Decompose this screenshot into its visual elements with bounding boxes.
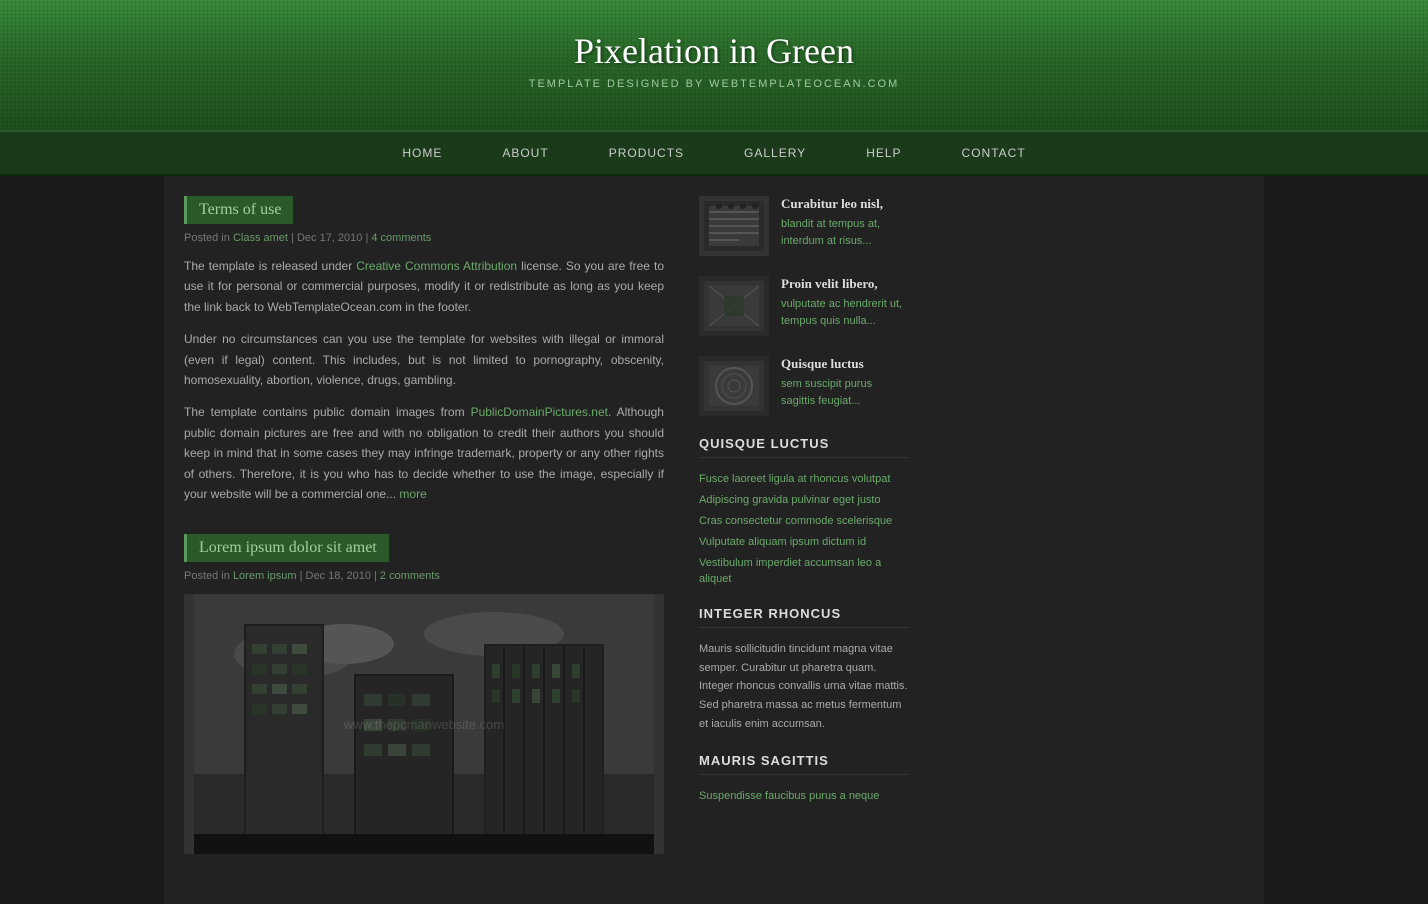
quisque-link-2[interactable]: Adipiscing gravida pulvinar eget justo (699, 494, 881, 506)
sidebar-quisque-links: Fusce laoreet ligula at rhoncus volutpat… (699, 470, 909, 586)
sidebar-section-quisque-title: QUISQUE LUCTUS (699, 436, 909, 458)
sidebar-item-3-text: Quisque luctus sem suscipit purus sagitt… (781, 356, 909, 409)
sidebar-item-1: Curabitur leo nisl, blandit at tempus at… (699, 196, 909, 256)
sidebar-thumb-3 (699, 356, 769, 416)
nav-products[interactable]: PRODUCTS (579, 132, 714, 174)
post-comments-terms[interactable]: 4 comments (371, 232, 431, 244)
main-nav: HOME ABOUT PRODUCTS GALLERY HELP CONTACT (0, 130, 1428, 176)
sidebar-item-3: Quisque luctus sem suscipit purus sagitt… (699, 356, 909, 416)
sidebar-item-3-title: Quisque luctus (781, 356, 909, 372)
site-header: Pixelation in Green TEMPLATE DESIGNED BY… (0, 0, 1428, 130)
sidebar-thumb-2 (699, 276, 769, 336)
sidebar: Curabitur leo nisl, blandit at tempus at… (684, 176, 924, 904)
post-meta-lorem: Posted in Lorem ipsum | Dec 18, 2010 | 2… (184, 570, 664, 582)
post-image-lorem: www.thepcmanwebsite.com (184, 594, 664, 854)
sidebar-item-3-link2[interactable]: sagittis feugiat... (781, 393, 909, 410)
nav-gallery[interactable]: GALLERY (714, 132, 836, 174)
quisque-link-4[interactable]: Vulputate aliquam ipsum dictum id (699, 536, 866, 548)
sidebar-item-1-text: Curabitur leo nisl, blandit at tempus at… (781, 196, 909, 249)
more-link-terms[interactable]: more (399, 487, 426, 501)
post-comments-lorem[interactable]: 2 comments (380, 570, 440, 582)
main-content: Terms of use Posted in Class amet | Dec … (164, 176, 684, 904)
sidebar-item-1-link1[interactable]: blandit at tempus at, (781, 216, 909, 233)
sidebar-item-2: Proin velit libero, vulputate ac hendrer… (699, 276, 909, 336)
post-category-terms[interactable]: Class amet (233, 232, 288, 244)
post-title-lorem: Lorem ipsum dolor sit amet (184, 534, 389, 562)
post-meta-terms: Posted in Class amet | Dec 17, 2010 | 4 … (184, 232, 664, 244)
post-body-terms: The template is released under Creative … (184, 256, 664, 504)
mauris-link-1[interactable]: Suspendisse faucibus purus a neque (699, 790, 879, 802)
sidebar-integer-text: Mauris sollicitudin tincidunt magna vita… (699, 640, 909, 733)
pdp-link[interactable]: PublicDomainPictures.net (471, 405, 608, 419)
sidebar-section-integer-title: INTEGER RHONCUS (699, 606, 909, 628)
sidebar-item-2-link2[interactable]: tempus quis nulla... (781, 313, 909, 330)
quisque-link-5[interactable]: Vestibulum imperdiet accumsan leo a aliq… (699, 557, 881, 585)
post-lorem-ipsum: Lorem ipsum dolor sit amet Posted in Lor… (184, 534, 664, 854)
quisque-link-1[interactable]: Fusce laoreet ligula at rhoncus volutpat (699, 473, 890, 485)
sidebar-item-1-title: Curabitur leo nisl, (781, 196, 909, 212)
svg-text:www.thepcmanwebsite.com: www.thepcmanwebsite.com (343, 717, 504, 732)
post-category-lorem[interactable]: Lorem ipsum (233, 570, 297, 582)
sidebar-item-1-link2[interactable]: interdum at risus... (781, 233, 909, 250)
site-subtitle: TEMPLATE DESIGNED BY WEBTEMPLATEOCEAN.CO… (0, 78, 1428, 90)
post-title-terms: Terms of use (184, 196, 293, 224)
sidebar-section-mauris-title: MAURIS SAGITTIS (699, 753, 909, 775)
quisque-link-3[interactable]: Cras consectetur commode scelerisque (699, 515, 892, 527)
sidebar-item-2-title: Proin velit libero, (781, 276, 909, 292)
site-title: Pixelation in Green (0, 30, 1428, 72)
sidebar-thumb-1 (699, 196, 769, 256)
sidebar-item-3-link1[interactable]: sem suscipit purus (781, 376, 909, 393)
nav-about[interactable]: ABOUT (472, 132, 578, 174)
sidebar-mauris-links: Suspendisse faucibus purus a neque (699, 787, 909, 803)
nav-contact[interactable]: CONTACT (932, 132, 1056, 174)
nav-help[interactable]: HELP (836, 132, 931, 174)
nav-home[interactable]: HOME (372, 132, 472, 174)
sidebar-item-2-link1[interactable]: vulputate ac hendrerit ut, (781, 296, 909, 313)
post-terms-of-use: Terms of use Posted in Class amet | Dec … (184, 196, 664, 504)
cc-link[interactable]: Creative Commons Attribution (356, 259, 517, 273)
sidebar-item-2-text: Proin velit libero, vulputate ac hendrer… (781, 276, 909, 329)
